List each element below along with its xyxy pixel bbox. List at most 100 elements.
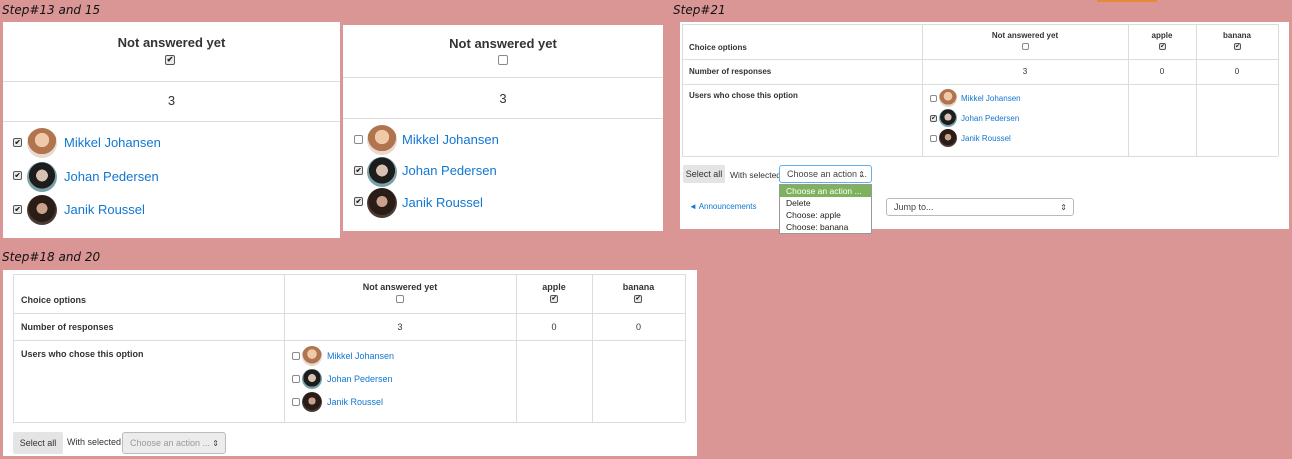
divider — [343, 77, 663, 78]
user-checkbox[interactable] — [13, 205, 22, 214]
column-checkbox-not-answered[interactable] — [396, 295, 404, 303]
user-checkbox[interactable] — [930, 135, 937, 142]
panel-step-18-20: Choice options Number of responses Users… — [3, 270, 697, 456]
panel-step-21: Choice options Number of responses Users… — [680, 22, 1289, 234]
table-border — [685, 274, 686, 422]
column-checkbox-not-answered[interactable] — [1022, 43, 1029, 50]
table-border — [13, 274, 14, 422]
header-checkbox[interactable] — [165, 55, 175, 65]
user-link[interactable]: Mikkel Johansen — [961, 94, 1021, 103]
user-checkbox[interactable] — [13, 171, 22, 180]
user-checkbox[interactable] — [930, 115, 937, 122]
user-link[interactable]: Johan Pedersen — [402, 163, 497, 178]
divider — [343, 118, 663, 119]
table-border — [682, 84, 1278, 85]
table-border — [284, 274, 285, 422]
avatar — [939, 109, 957, 127]
user-checkbox[interactable] — [354, 135, 363, 144]
table-border — [682, 24, 683, 156]
table-border — [13, 313, 685, 314]
user-link[interactable]: Janik Roussel — [64, 202, 145, 217]
table-border — [922, 24, 923, 156]
row-label-choice-options: Choice options — [21, 295, 86, 305]
user-link[interactable]: Johan Pedersen — [327, 374, 393, 384]
column-checkbox-banana[interactable] — [634, 295, 642, 303]
column-header-apple: apple — [1151, 31, 1173, 40]
column-header-not-answered: Not answered yet — [449, 36, 557, 51]
divider — [3, 121, 340, 122]
user-checkbox[interactable] — [292, 375, 300, 383]
count-banana: 0 — [635, 322, 641, 332]
avatar — [939, 129, 957, 147]
count-apple: 0 — [1159, 67, 1165, 76]
select-arrow-icon: ⇕ — [212, 438, 219, 448]
row-label-number-of-responses: Number of responses — [689, 67, 772, 76]
avatar — [939, 89, 957, 107]
avatar — [367, 188, 397, 218]
user-link[interactable]: Janik Roussel — [961, 134, 1011, 143]
user-link[interactable]: Mikkel Johansen — [64, 135, 161, 150]
user-checkbox[interactable] — [292, 398, 300, 406]
select-all-button[interactable]: Select all — [13, 432, 63, 454]
user-link[interactable]: Mikkel Johansen — [327, 351, 394, 361]
user-checkbox[interactable] — [292, 352, 300, 360]
column-header-apple: apple — [542, 282, 566, 292]
column-checkbox-banana[interactable] — [1234, 43, 1241, 50]
user-checkbox[interactable] — [13, 138, 22, 147]
row-label-users: Users who chose this option — [21, 349, 144, 359]
select-arrow-icon: ⇕ — [1060, 202, 1067, 212]
row-label-users: Users who chose this option — [689, 91, 798, 100]
table-border — [1278, 24, 1279, 156]
avatar — [27, 128, 57, 158]
count-not-answered: 3 — [1022, 67, 1028, 76]
select-all-button[interactable]: Select all — [683, 165, 725, 183]
divider — [3, 81, 340, 82]
avatar — [302, 369, 322, 389]
column-checkbox-apple[interactable] — [550, 295, 558, 303]
header-checkbox[interactable] — [498, 55, 508, 65]
count-apple: 0 — [551, 322, 557, 332]
column-header-banana: banana — [622, 282, 655, 292]
step-label-18-20: Step#18 and 20 — [2, 250, 101, 264]
dropdown-option[interactable]: Choose: banana — [780, 221, 871, 233]
select-arrow-icon: ⇕ — [858, 169, 865, 179]
table-border — [1128, 24, 1129, 156]
dropdown-option[interactable]: Choose an action ... — [780, 185, 871, 197]
table-border — [682, 24, 1278, 25]
action-select[interactable]: Choose an action ... ⇕ — [122, 432, 226, 454]
column-checkbox-apple[interactable] — [1159, 43, 1166, 50]
avatar — [302, 346, 322, 366]
dropdown-option[interactable]: Delete — [780, 197, 871, 209]
jump-to-value: Jump to... — [894, 202, 934, 212]
action-dropdown-menu[interactable]: Choose an action ... Delete Choose: appl… — [779, 184, 872, 234]
count-not-answered: 3 — [397, 322, 403, 332]
avatar — [367, 157, 397, 187]
user-link[interactable]: Johan Pedersen — [64, 169, 159, 184]
table-border — [516, 274, 517, 422]
row-label-choice-options: Choice options — [689, 43, 747, 52]
action-select[interactable]: Choose an action ... ⇕ — [779, 165, 872, 183]
table-border — [682, 156, 1278, 157]
column-header-not-answered: Not answered yet — [117, 35, 226, 50]
column-header-banana: banana — [1222, 31, 1251, 40]
avatar — [27, 162, 57, 192]
column-header-not-answered: Not answered yet — [991, 31, 1059, 40]
response-count: 3 — [167, 93, 176, 108]
jump-to-select[interactable]: Jump to... ⇕ — [886, 198, 1074, 216]
dropdown-option[interactable]: Choose: apple — [780, 209, 871, 221]
count-banana: 0 — [1234, 67, 1240, 76]
user-checkbox[interactable] — [354, 197, 363, 206]
user-checkbox[interactable] — [930, 95, 937, 102]
user-link[interactable]: Janik Roussel — [402, 195, 483, 210]
announcements-link[interactable]: ◄ Announcements — [689, 202, 757, 211]
avatar — [302, 392, 322, 412]
user-link[interactable]: Mikkel Johansen — [402, 132, 499, 147]
panel-step-13-15-b: Not answered yet 3 Mikkel Johansen Johan… — [343, 25, 663, 231]
table-border — [13, 340, 685, 341]
user-checkbox[interactable] — [354, 166, 363, 175]
user-link[interactable]: Janik Roussel — [327, 397, 383, 407]
top-accent-bar — [1097, 0, 1157, 2]
response-count: 3 — [499, 91, 507, 106]
user-link[interactable]: Johan Pedersen — [961, 114, 1019, 123]
avatar — [27, 195, 57, 225]
